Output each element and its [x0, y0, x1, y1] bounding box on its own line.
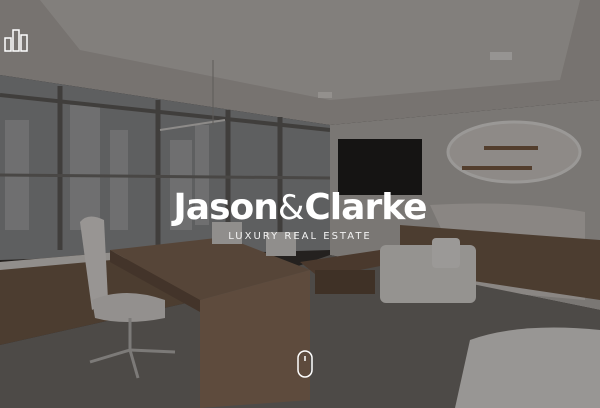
brand-ampersand: &: [277, 188, 305, 228]
brand-name-second: Clarke: [304, 187, 427, 228]
brand-tagline: LUXURY REAL ESTATE: [228, 231, 372, 242]
brand-block: Jason&Clarke LUXURY REAL ESTATE: [0, 186, 600, 242]
brand-logo-text: Jason&Clarke: [0, 186, 600, 230]
mouse-scroll-icon[interactable]: [297, 350, 313, 378]
brand-name-first: Jason: [173, 187, 278, 228]
building-bars-icon[interactable]: [4, 28, 28, 52]
